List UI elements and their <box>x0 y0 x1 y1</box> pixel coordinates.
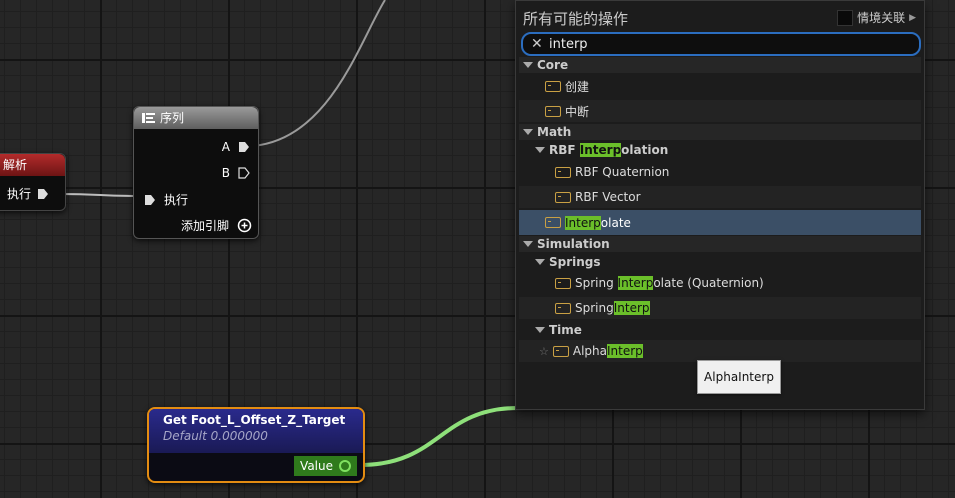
expand-arrow-icon[interactable] <box>535 327 545 333</box>
exec-in-pin-icon[interactable] <box>144 194 156 206</box>
caret-right-icon[interactable]: ▶ <box>909 13 916 23</box>
value-output-pin[interactable]: Value <box>294 456 357 476</box>
label-part: olation <box>621 143 669 157</box>
function-icon <box>555 277 571 289</box>
label-part: Alpha <box>572 344 607 358</box>
pin-a-label: A <box>221 140 230 154</box>
subcategory-time[interactable]: Time <box>519 320 921 340</box>
context-sensitive-checkbox[interactable] <box>837 9 854 26</box>
action-item-spring-interpolate-quaternion[interactable]: Spring Interp olate (Quaternion) <box>519 272 921 294</box>
sequence-pin-a[interactable]: A <box>222 140 250 154</box>
subcategory-rbf-interpolation[interactable]: RBF Interp olation <box>519 140 921 160</box>
sequence-exec-label: 执行 <box>164 193 189 207</box>
action-item-create[interactable]: 创建 <box>519 75 921 97</box>
favorite-star-icon[interactable]: ☆ <box>539 345 549 358</box>
sequence-node[interactable]: 序列 A B 执行 添加引脚 <box>133 106 259 239</box>
action-item-rbf-quaternion[interactable]: RBF Quaternion <box>519 161 921 183</box>
subcategory-label: Springs <box>549 255 601 269</box>
parse-exec-label: 执行 <box>7 187 32 201</box>
sequence-icon <box>142 113 155 123</box>
exec-out-pin-icon[interactable] <box>238 141 250 153</box>
function-icon <box>555 191 571 203</box>
category-label: Simulation <box>537 237 610 251</box>
sequence-node-title: 序列 <box>160 111 185 125</box>
add-pin-button[interactable]: 添加引脚 <box>181 217 252 234</box>
function-icon <box>555 166 571 178</box>
expand-arrow-icon[interactable] <box>535 259 545 265</box>
label-part: olate <box>600 215 631 230</box>
action-item-break[interactable]: 中断 <box>519 100 921 122</box>
getter-node-default: Default 0.000000 <box>163 429 268 443</box>
exec-wire-sequence-a-out <box>251 0 386 147</box>
action-item-alpha-interp[interactable]: ☆ Alpha Interp <box>519 340 921 362</box>
expand-arrow-icon[interactable] <box>523 62 533 68</box>
add-circle-icon[interactable] <box>237 218 252 233</box>
subcategory-springs[interactable]: Springs <box>519 252 921 272</box>
search-box[interactable]: ✕ <box>521 32 921 56</box>
context-sensitive-label: 情境关联 <box>857 11 906 25</box>
search-match-highlight: Interp <box>613 301 650 315</box>
action-item-rbf-vector[interactable]: RBF Vector <box>519 186 921 208</box>
exec-wire-parse-to-sequence <box>59 193 141 197</box>
category-label: Core <box>537 58 569 72</box>
label-part: RBF <box>549 143 580 157</box>
action-item-spring-interp[interactable]: Spring Interp <box>519 297 921 319</box>
label-part: Spring <box>575 276 618 290</box>
parse-node-title: 解析 <box>0 154 65 176</box>
category-math[interactable]: Math <box>519 124 921 140</box>
parse-node[interactable]: 解析 执行 <box>0 153 66 211</box>
sequence-pin-b[interactable]: B <box>222 166 250 180</box>
context-sensitive-toggle[interactable]: 情境关联 ▶ <box>837 9 916 26</box>
function-icon <box>552 345 569 357</box>
category-core[interactable]: Core <box>519 57 921 73</box>
search-match-highlight: Interp <box>565 215 601 230</box>
search-match-highlight: Interp <box>579 143 622 157</box>
exec-out-pin-icon[interactable] <box>37 188 49 200</box>
function-icon <box>545 217 561 228</box>
get-variable-node[interactable]: Get Foot_L_Offset_Z_Target Default 0.000… <box>147 407 365 483</box>
add-pin-label: 添加引脚 <box>180 219 229 233</box>
action-label: RBF Vector <box>575 190 641 204</box>
data-wire-value <box>359 406 519 467</box>
action-label: 创建 <box>565 79 590 94</box>
subcategory-label: Time <box>549 323 582 337</box>
menu-title: 所有可能的操作 <box>523 10 629 28</box>
pin-b-label: B <box>221 166 230 180</box>
clear-search-icon[interactable]: ✕ <box>531 37 543 51</box>
search-match-highlight: Interp <box>617 276 654 290</box>
getter-node-title: Get Foot_L_Offset_Z_Target <box>163 413 346 427</box>
action-label: 中断 <box>565 104 590 119</box>
function-icon <box>545 80 561 92</box>
action-item-interpolate[interactable]: Interp olate <box>519 210 921 235</box>
label-part: olate (Quaternion) <box>653 276 764 290</box>
search-match-highlight: Interp <box>607 344 643 358</box>
category-label: Math <box>537 125 572 139</box>
action-menu: 所有可能的操作 情境关联 ▶ ✕ Core 创建 中断 Math RBF Int… <box>515 0 925 410</box>
function-icon <box>545 105 561 117</box>
function-icon <box>555 302 571 314</box>
action-label: RBF Quaternion <box>575 165 670 179</box>
sequence-exec-in[interactable]: 执行 <box>144 191 188 208</box>
value-pin-label: Value <box>300 459 333 473</box>
expand-arrow-icon[interactable] <box>523 129 533 135</box>
label-part: Spring <box>575 301 614 315</box>
data-pin-circle-icon[interactable] <box>339 460 351 472</box>
expand-arrow-icon[interactable] <box>535 147 545 153</box>
tooltip: AlphaInterp <box>697 360 781 394</box>
exec-out-pin-empty-icon[interactable] <box>238 167 250 179</box>
search-input[interactable] <box>549 36 889 52</box>
expand-arrow-icon[interactable] <box>523 241 533 247</box>
category-simulation[interactable]: Simulation <box>519 236 921 252</box>
